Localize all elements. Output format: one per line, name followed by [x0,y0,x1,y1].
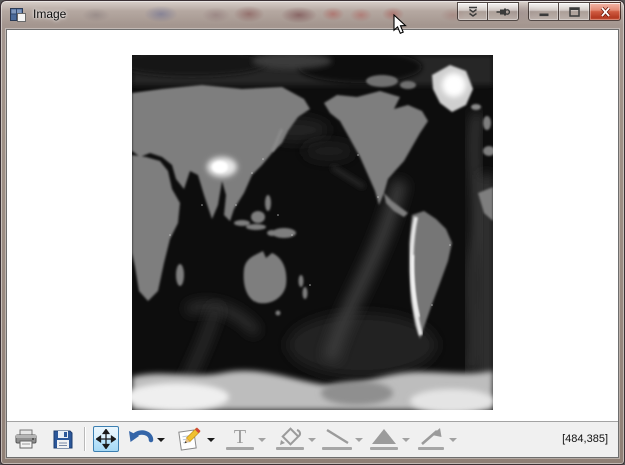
annotate-dropdown-arrow[interactable] [207,438,215,442]
line-dropdown-arrow[interactable] [355,438,363,442]
image-canvas-area[interactable] [7,30,618,421]
toolbar-separator [84,427,85,451]
arrow-color-bar [418,447,444,450]
triangle-shape-icon [370,427,398,446]
print-button[interactable] [13,427,39,451]
minimize-button[interactable] [528,2,559,21]
pan-arrows-icon [96,429,116,449]
maximize-button[interactable] [559,2,590,21]
world-elevation-map-image[interactable] [132,55,493,410]
printer-icon [14,428,38,450]
text-dropdown-arrow[interactable] [258,438,266,442]
fill-color-bar [276,447,304,450]
arrow-tool-button[interactable] [417,426,445,451]
arrow-icon [418,427,444,446]
pencil-page-icon [176,426,202,452]
text-tool-button[interactable]: T [225,426,255,451]
close-x-icon [599,6,612,18]
pushpin-icon [496,6,510,18]
save-floppy-icon [52,428,74,450]
window-client-panel: T [6,29,619,458]
line-tool-button[interactable] [321,426,353,451]
undo-arrow-icon [126,427,154,451]
bottom-toolbar: T [7,421,618,457]
fill-tool-button[interactable] [275,426,305,451]
arrow-dropdown-arrow[interactable] [449,438,457,442]
rollup-button[interactable] [457,2,488,21]
title-bar[interactable]: Image [1,1,624,29]
undo-dropdown-arrow[interactable] [157,438,165,442]
fill-bucket-icon [277,427,303,446]
pan-tool-button[interactable] [93,426,119,452]
image-window: Image [0,0,625,465]
minimize-icon [538,6,550,18]
text-T-icon: T [227,427,253,446]
annotate-pencil-button[interactable] [175,425,203,453]
shape-color-bar [370,447,398,450]
fill-dropdown-arrow[interactable] [308,438,316,442]
shape-tool-button[interactable] [369,426,399,451]
shape-dropdown-arrow[interactable] [402,438,410,442]
window-controls [457,2,621,21]
app-icon [10,7,26,23]
line-color-bar [322,447,352,450]
pin-button[interactable] [488,2,519,21]
line-icon [322,427,352,446]
cursor-coordinates-status: [484,385] [562,433,608,445]
text-color-bar [226,447,254,450]
svg-text:T: T [234,427,246,446]
maximize-icon [568,6,581,18]
close-button[interactable] [590,2,621,21]
undo-button[interactable] [125,426,155,452]
window-title: Image [33,7,66,21]
chevrons-down-icon [467,6,479,18]
save-button[interactable] [51,427,75,451]
